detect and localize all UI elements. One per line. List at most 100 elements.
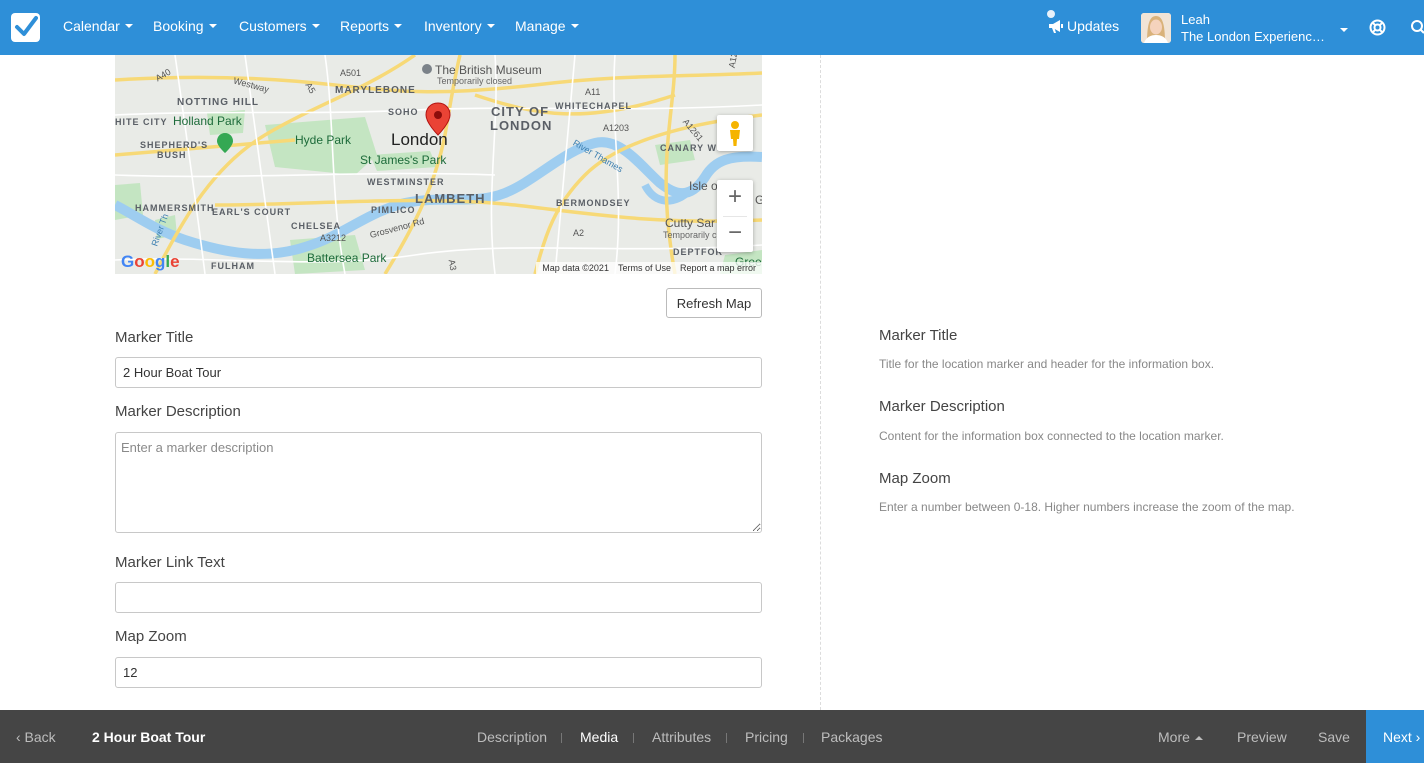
help-map-zoom: Map Zoom xyxy=(879,470,951,487)
updates-label: Updates xyxy=(1067,18,1120,34)
column-divider xyxy=(820,55,821,710)
marker-link-text-input[interactable] xyxy=(115,582,762,613)
google-map[interactable]: The British Museum Temporarily closed MA… xyxy=(115,55,762,274)
google-logo: Google xyxy=(121,252,180,271)
map-label: SOHO xyxy=(388,107,419,117)
search-icon[interactable] xyxy=(1410,19,1424,36)
map-zoom-input[interactable] xyxy=(115,657,762,688)
nav-customers[interactable]: Customers xyxy=(239,18,320,34)
nav-customers-label: Customers xyxy=(239,18,307,34)
marker-title-label: Marker Title xyxy=(115,329,194,346)
lifebuoy-help-icon[interactable] xyxy=(1369,19,1386,36)
nav-inventory[interactable]: Inventory xyxy=(424,18,495,34)
caret-down-icon xyxy=(1340,28,1348,32)
tab-separator xyxy=(726,733,727,743)
nav-reports[interactable]: Reports xyxy=(340,18,403,34)
tab-separator xyxy=(803,733,804,743)
map-label: CHELSEA xyxy=(291,221,342,231)
caret-down-icon xyxy=(124,24,133,28)
map-data-label: Map data ©2021 xyxy=(542,263,609,273)
help-marker-description-text: Content for the information box connecte… xyxy=(879,429,1224,443)
marker-link-text-label: Marker Link Text xyxy=(115,554,225,571)
street-view-pegman[interactable] xyxy=(717,115,753,151)
app-logo[interactable] xyxy=(11,13,40,42)
map-label: A3 xyxy=(446,258,459,272)
tab-separator xyxy=(561,733,562,743)
map-zoom-control: + − xyxy=(717,180,753,252)
caret-down-icon xyxy=(208,24,217,28)
map-label: Temporarily closed xyxy=(437,76,513,86)
zoom-out-button[interactable]: − xyxy=(717,216,753,252)
map-label: A11 xyxy=(585,87,601,97)
caret-down-icon xyxy=(311,24,320,28)
user-name: Leah xyxy=(1181,12,1210,27)
help-marker-title: Marker Title xyxy=(879,327,958,344)
marker-title-input[interactable] xyxy=(115,357,762,388)
nav-calendar[interactable]: Calendar xyxy=(63,18,133,34)
map-label: A1203 xyxy=(603,123,630,133)
marker-description-textarea[interactable] xyxy=(115,432,762,533)
map-label: BUSH xyxy=(157,150,187,160)
help-marker-description: Marker Description xyxy=(879,398,1005,415)
map-label: G xyxy=(755,193,762,207)
map-label: MARYLEBONE xyxy=(335,85,416,96)
marker-description-label: Marker Description xyxy=(115,403,241,420)
nav-booking[interactable]: Booking xyxy=(153,18,217,34)
more-menu-button[interactable]: More xyxy=(1158,729,1203,745)
map-label: HAMMERSMITH xyxy=(135,203,215,213)
map-label: WHITECHAPEL xyxy=(555,101,632,111)
help-map-zoom-text: Enter a number between 0-18. Higher numb… xyxy=(879,500,1295,514)
nav-reports-label: Reports xyxy=(340,18,390,34)
notification-dot xyxy=(1047,10,1055,18)
back-button[interactable]: ‹ Back xyxy=(16,729,56,745)
avatar xyxy=(1141,13,1171,43)
user-organization: The London Experienc… xyxy=(1181,29,1325,44)
updates-button[interactable]: Updates xyxy=(1047,10,1120,34)
tab-media[interactable]: Media xyxy=(580,729,618,745)
caret-down-icon xyxy=(486,24,495,28)
megaphone-icon xyxy=(1049,20,1063,33)
tab-description[interactable]: Description xyxy=(477,729,547,745)
map-label: NOTTING HILL xyxy=(177,97,259,108)
map-label: Holland Park xyxy=(173,114,242,128)
caret-down-icon xyxy=(394,24,403,28)
map-label: SHEPHERD'S xyxy=(140,140,209,150)
map-label: WESTMINSTER xyxy=(367,177,445,187)
tab-packages[interactable]: Packages xyxy=(821,729,882,745)
map-label: CITY OF xyxy=(491,104,550,119)
map-label: Battersea Park xyxy=(307,251,387,265)
top-navbar: Calendar Booking Customers Reports Inven… xyxy=(0,0,1424,55)
map-label: FULHAM xyxy=(211,261,255,271)
save-button[interactable]: Save xyxy=(1318,729,1350,745)
pegman-icon xyxy=(730,121,740,146)
map-label: BERMONDSEY xyxy=(556,198,631,208)
map-attribution: Map data ©2021 Terms of Use Report a map e… xyxy=(536,262,762,274)
more-label: More xyxy=(1158,729,1190,745)
user-menu[interactable]: Leah The London Experienc… xyxy=(1141,12,1351,46)
tab-pricing[interactable]: Pricing xyxy=(745,729,788,745)
caret-up-icon xyxy=(1194,736,1203,740)
map-label: LONDON xyxy=(490,118,553,133)
caret-down-icon xyxy=(570,24,579,28)
terms-of-use-link[interactable]: Terms of Use xyxy=(618,263,671,273)
tab-attributes[interactable]: Attributes xyxy=(652,729,711,745)
map-label: Isle o xyxy=(689,179,718,193)
refresh-map-button[interactable]: Refresh Map xyxy=(666,288,762,318)
map-label: PIMLICO xyxy=(371,205,416,215)
checkmark-icon xyxy=(15,16,38,36)
nav-calendar-label: Calendar xyxy=(63,18,120,34)
help-marker-title-text: Title for the location marker and header… xyxy=(879,357,1215,371)
nav-manage-label: Manage xyxy=(515,18,566,34)
zoom-in-button[interactable]: + xyxy=(717,180,753,216)
map-label: A501 xyxy=(340,68,362,78)
nav-inventory-label: Inventory xyxy=(424,18,482,34)
report-map-error-link[interactable]: Report a map error xyxy=(680,263,756,273)
map-label: DEPTFOR xyxy=(673,247,724,257)
map-label: The British Museum xyxy=(435,63,542,77)
map-label: Hyde Park xyxy=(295,133,352,147)
bottom-action-bar: ‹ Back 2 Hour Boat Tour Description Medi… xyxy=(0,710,1424,763)
nav-manage[interactable]: Manage xyxy=(515,18,579,34)
map-label: A2 xyxy=(573,228,585,238)
preview-button[interactable]: Preview xyxy=(1237,729,1287,745)
next-button[interactable]: Next › xyxy=(1366,710,1424,763)
